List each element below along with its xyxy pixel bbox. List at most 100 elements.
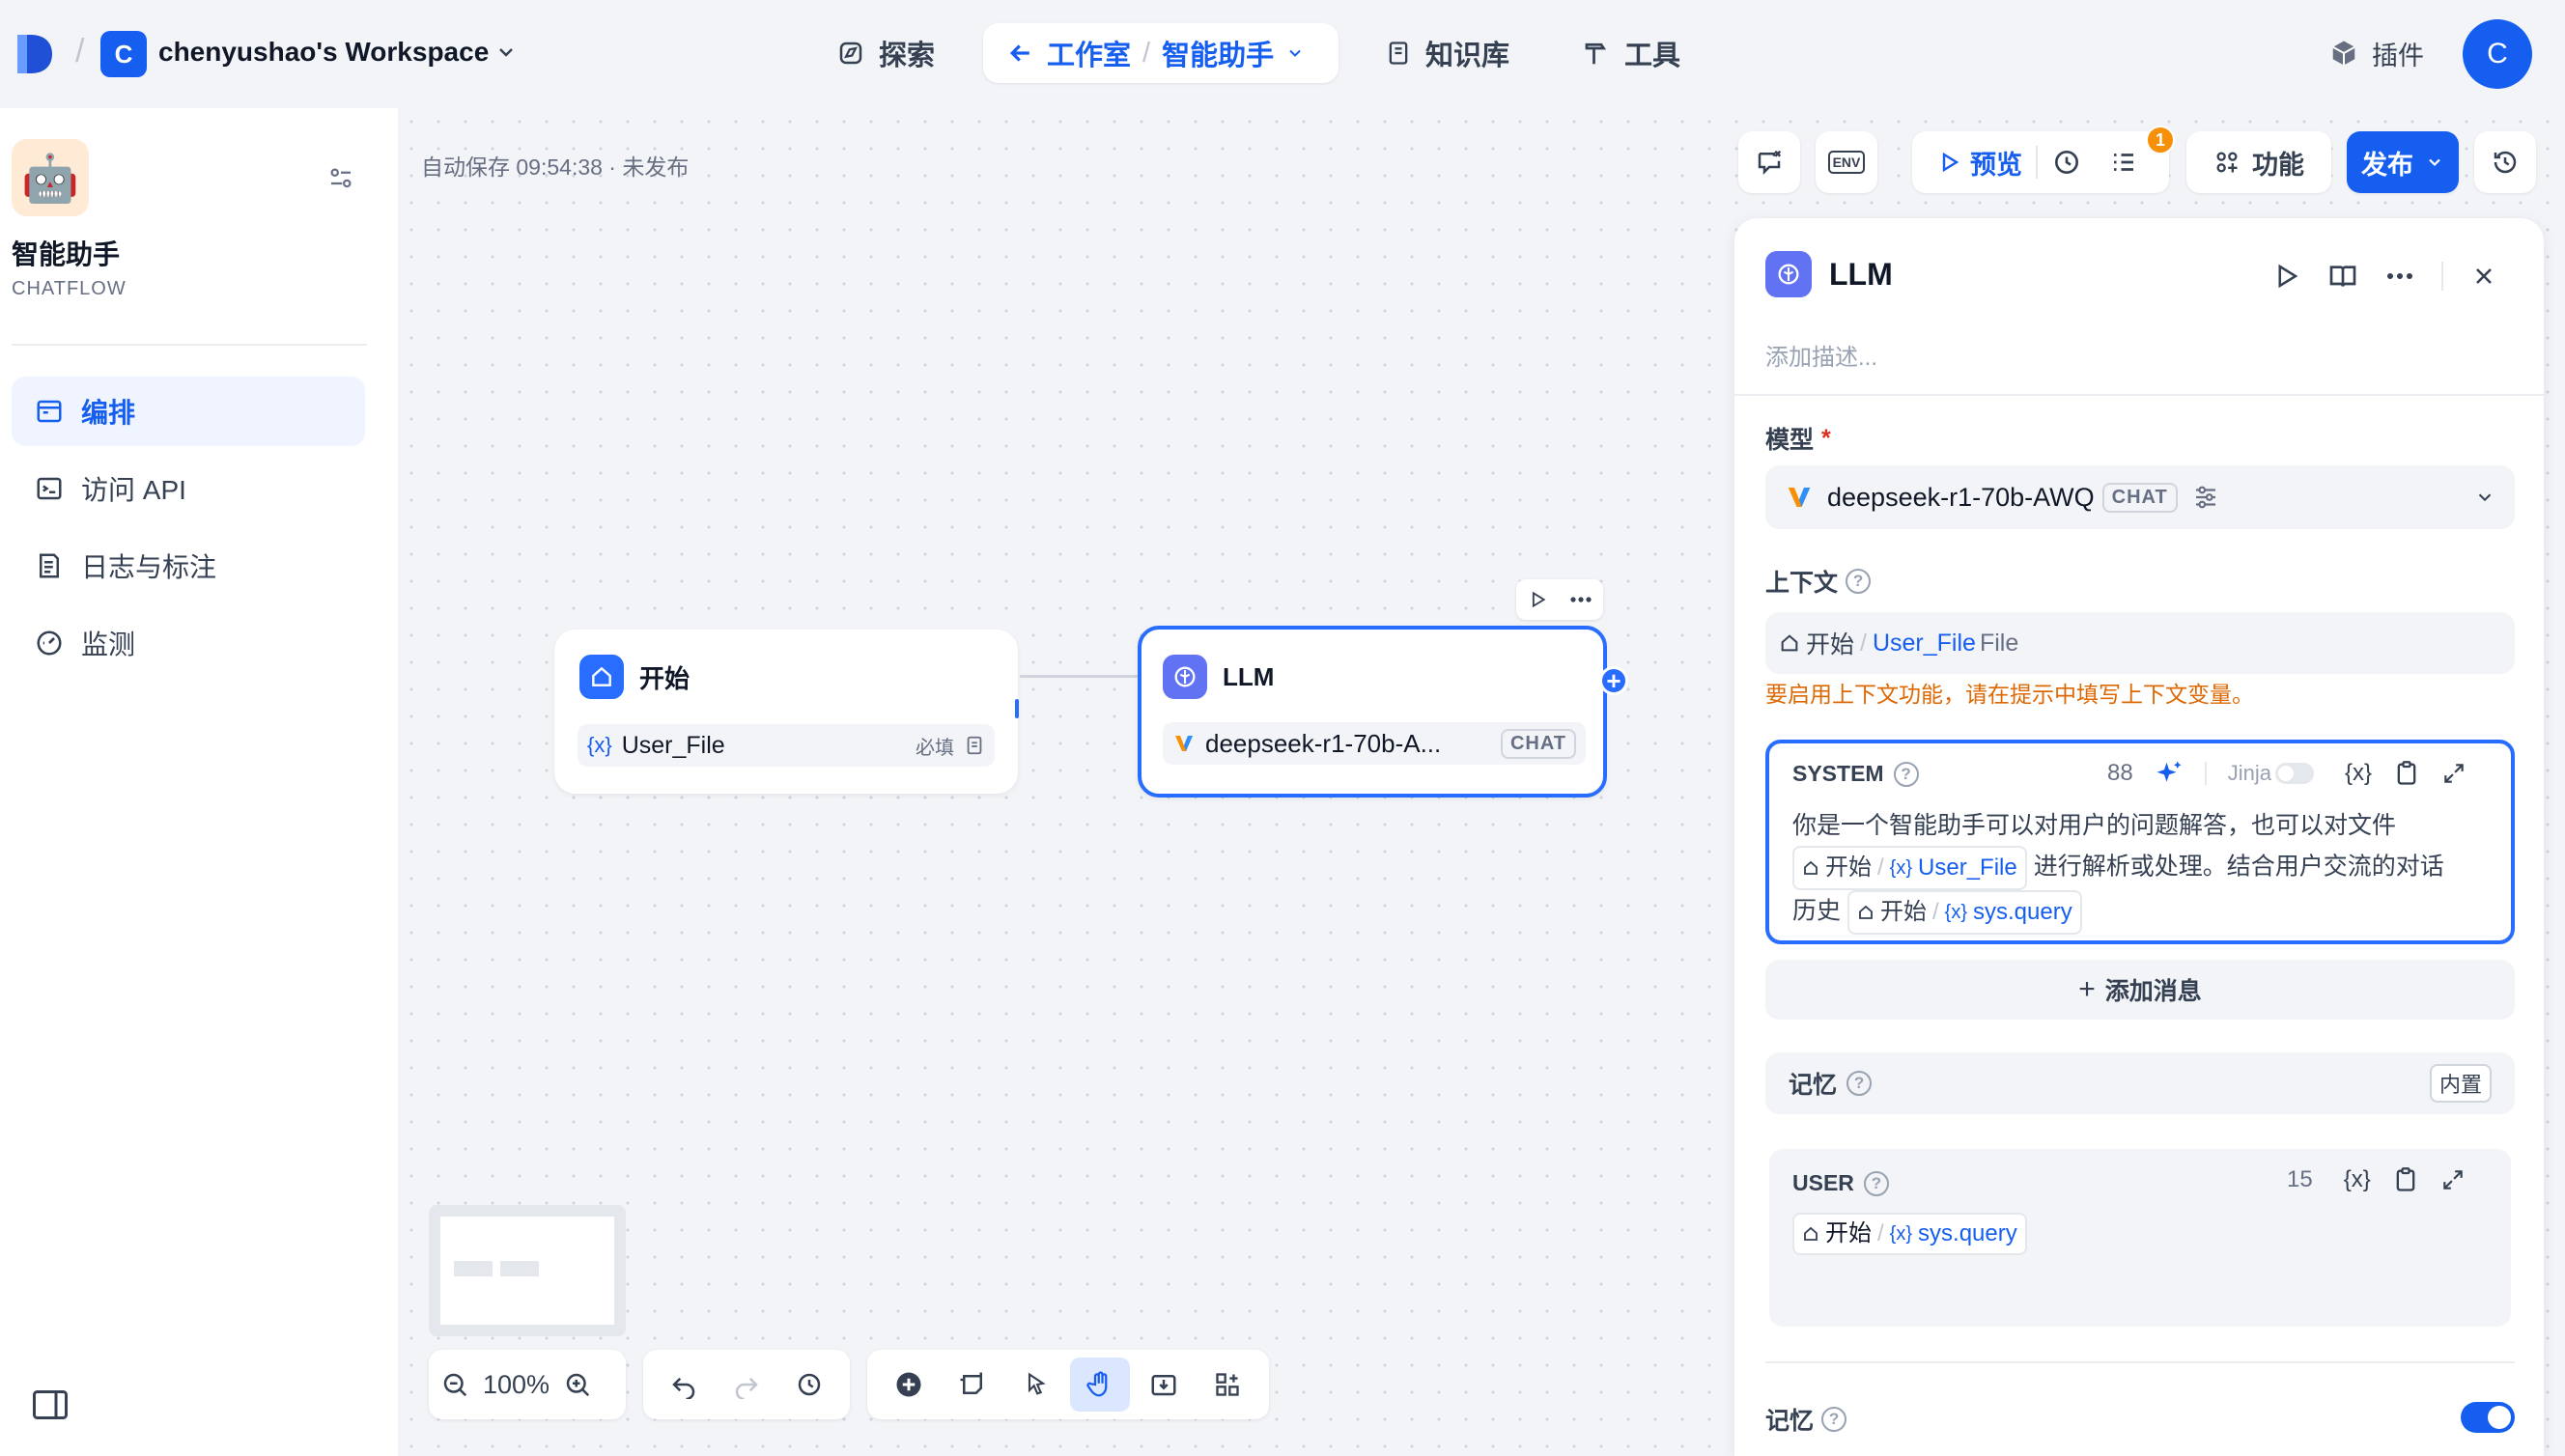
sidebar-item-logs[interactable]: 日志与标注 [12, 531, 365, 601]
user-prompt-text[interactable]: 开始 / {x} sys.query [1792, 1213, 2027, 1255]
add-note-button[interactable] [943, 1358, 1002, 1412]
minimap[interactable] [429, 1205, 626, 1336]
help-icon[interactable]: ? [1821, 1407, 1847, 1432]
system-prompt-text[interactable]: 你是一个智能助手可以对用户的问题解答，也可以对文件 开始 / {x} User_… [1792, 805, 2497, 935]
more-icon[interactable] [2385, 262, 2414, 291]
system-prompt-tools: 88 Jinja {x} [2107, 759, 2466, 788]
nav-tools[interactable]: 工具 [1582, 23, 1680, 83]
sparkle-icon[interactable] [2155, 759, 2184, 788]
expand-icon[interactable] [2441, 761, 2466, 786]
context-variable-selector[interactable]: 开始 / User_File File [1765, 612, 2515, 674]
start-node[interactable]: 开始 {x} User_File 必填 [554, 630, 1019, 794]
play-icon[interactable] [2271, 262, 2300, 291]
model-provider-icon [1788, 488, 1811, 507]
zoom-in-icon[interactable] [563, 1370, 592, 1399]
prompt-text: 进行解析或处理。结合用户交流的对话 [2033, 853, 2444, 881]
version-history-button[interactable] [2474, 131, 2536, 193]
clear-chat-button[interactable] [1738, 131, 1800, 193]
zoom-level[interactable]: 100% [483, 1370, 550, 1400]
hand-mode-button[interactable] [1070, 1358, 1130, 1412]
add-message-label: 添加消息 [2104, 978, 2202, 1005]
zoom-out-icon[interactable] [440, 1370, 469, 1399]
pointer-mode-button[interactable] [1006, 1358, 1066, 1412]
undo-icon[interactable] [669, 1370, 698, 1399]
sidebar-item-orchestrate[interactable]: 编排 [12, 377, 365, 446]
sidebar-item-api[interactable]: 访问 API [12, 454, 365, 523]
memory-label: 记忆 [1789, 1072, 1838, 1099]
model-selector[interactable]: deepseek-r1-70b-AWQ CHAT [1765, 465, 2515, 529]
insert-variable-icon[interactable]: {x} [2345, 760, 2372, 787]
llm-node[interactable]: LLM deepseek-r1-70b-A... CHAT + [1138, 626, 1628, 798]
chevron-down-icon [499, 48, 514, 57]
help-icon[interactable]: ? [1846, 569, 1872, 594]
memory-toggle[interactable] [2461, 1402, 2515, 1433]
help-icon[interactable]: ? [1863, 1170, 1889, 1196]
jinja-switch[interactable] [2274, 763, 2314, 784]
clipboard-icon[interactable] [2393, 760, 2420, 787]
play-icon[interactable] [1528, 590, 1547, 609]
panel-title[interactable]: LLM [1829, 257, 1893, 293]
description-input[interactable]: 添加描述... [1765, 338, 1877, 372]
organize-button[interactable] [1198, 1358, 1257, 1412]
preview-button[interactable]: 预览 [1937, 144, 2022, 182]
close-icon[interactable] [2470, 263, 2497, 290]
system-label: SYSTEM ? [1792, 761, 1919, 787]
user-prompt-editor[interactable]: USER ? 15 {x} 开始 / {x} sys.query [1769, 1149, 2511, 1327]
more-icon[interactable] [1569, 590, 1593, 609]
chip-node-name: 开始 [1825, 1220, 1872, 1246]
publish-label: 发布 [2361, 150, 2413, 180]
document-icon [967, 736, 982, 755]
publish-button[interactable]: 发布 [2347, 131, 2459, 193]
run-history-icon[interactable] [2051, 147, 2082, 178]
add-node-plus-icon[interactable]: + [1599, 666, 1628, 695]
workspace-avatar[interactable]: C [100, 31, 147, 77]
jinja-toggle[interactable]: Jinja [2228, 761, 2314, 786]
env-button[interactable]: ENV [1816, 131, 1877, 193]
sidebar-collapse-icon[interactable] [33, 1390, 68, 1419]
sliders-icon[interactable] [2191, 483, 2220, 512]
app-settings-icon[interactable] [326, 164, 355, 193]
user-avatar[interactable]: C [2463, 19, 2532, 89]
sidebar-item-monitor[interactable]: 监测 [12, 608, 365, 678]
nav-app-label[interactable]: 智能助手 [1162, 33, 1274, 73]
top-bar: / C chenyushao's Workspace 探索 工作室 / 智能助手… [0, 0, 2565, 108]
llm-node-model: deepseek-r1-70b-A... CHAT [1163, 722, 1586, 765]
arrow-left-icon[interactable] [1006, 39, 1035, 68]
book-open-icon[interactable] [2327, 261, 2358, 292]
workspace-name: chenyushao's Workspace [158, 37, 490, 67]
system-prompt-editor[interactable]: SYSTEM ? 88 Jinja {x} 你是一个智能助手可以对用户的问题解答… [1765, 740, 2515, 944]
divider [2441, 262, 2443, 291]
expand-icon[interactable] [2440, 1167, 2466, 1192]
home-icon [1804, 860, 1818, 875]
chevron-down-icon[interactable] [1285, 43, 1305, 63]
export-image-button[interactable] [1134, 1358, 1194, 1412]
output-handle[interactable] [1015, 699, 1019, 718]
context-variable: 开始 / User_File File [1779, 626, 2018, 660]
add-node-button[interactable] [879, 1358, 939, 1412]
help-icon[interactable]: ? [1893, 761, 1919, 787]
redo-icon[interactable] [732, 1370, 761, 1399]
clipboard-icon[interactable] [2392, 1166, 2419, 1193]
nav-knowledge[interactable]: 知识库 [1385, 23, 1509, 83]
help-icon[interactable]: ? [1846, 1071, 1873, 1096]
nav-plugins-label: 插件 [2372, 41, 2424, 70]
divider [12, 344, 367, 346]
nav-studio-breadcrumb[interactable]: 工作室 / 智能助手 [983, 23, 1339, 83]
features-button[interactable]: 功能 [2186, 131, 2331, 193]
hammer-icon [1585, 42, 1607, 65]
sidebar-item-label: 日志与标注 [81, 552, 217, 582]
nav-explore[interactable]: 探索 [836, 23, 935, 83]
insert-variable-icon[interactable]: {x} [2344, 1166, 2371, 1193]
history-icon[interactable] [795, 1370, 824, 1399]
system-label-text: SYSTEM [1792, 761, 1884, 786]
checklist-icon[interactable] [2109, 148, 2138, 177]
separator: / [1877, 1220, 1884, 1246]
dify-logo-icon[interactable] [14, 31, 56, 77]
sticky-note-icon [960, 1372, 982, 1394]
apps-icon [2216, 152, 2238, 173]
add-message-button[interactable]: + 添加消息 [1765, 960, 2515, 1020]
workspace-switcher[interactable]: chenyushao's Workspace [158, 37, 518, 68]
nav-studio-label[interactable]: 工作室 [1047, 33, 1131, 73]
variable-icon: {x} [1944, 902, 1967, 923]
nav-plugins[interactable]: 插件 [2329, 23, 2424, 83]
